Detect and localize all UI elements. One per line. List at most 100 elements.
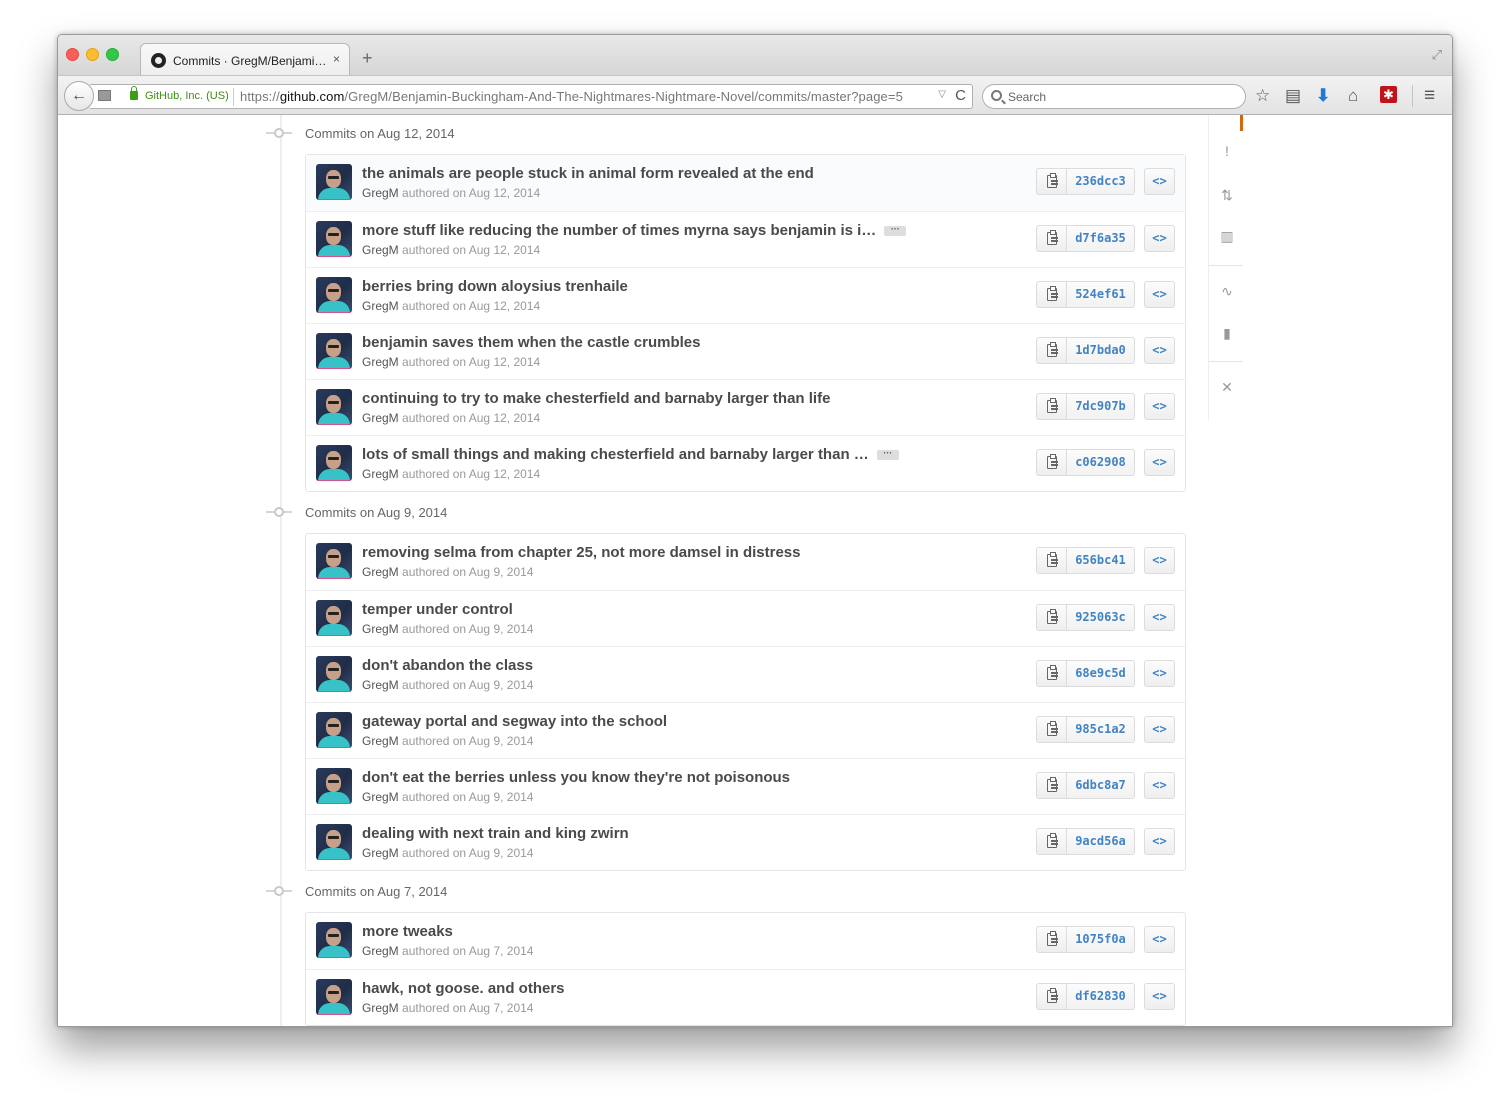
commit-sha-link[interactable]: 236dcc3 — [1067, 168, 1135, 195]
avatar[interactable] — [316, 221, 352, 257]
commit-sha-link[interactable]: c062908 — [1067, 449, 1135, 476]
commit-author-link[interactable]: GregM — [362, 565, 399, 579]
commit-author-link[interactable]: GregM — [362, 1001, 399, 1015]
url-history-dropdown-icon[interactable]: ▽ — [938, 89, 946, 100]
zoom-window-button[interactable] — [106, 48, 119, 61]
commit-message-link[interactable]: don't eat the berries unless you know th… — [362, 769, 790, 786]
copy-sha-button[interactable] — [1036, 983, 1067, 1010]
copy-sha-button[interactable] — [1036, 772, 1067, 799]
commit-sha-link[interactable]: 925063c — [1067, 604, 1135, 631]
avatar[interactable] — [316, 333, 352, 369]
browse-repository-button[interactable]: <> — [1144, 225, 1175, 252]
browse-repository-button[interactable]: <> — [1144, 660, 1175, 687]
avatar[interactable] — [316, 922, 352, 958]
commit-message-link[interactable]: hawk, not goose. and others — [362, 980, 565, 997]
wiki-icon[interactable]: ▥ — [1218, 228, 1236, 245]
expand-commit-message-button[interactable]: ··· — [884, 225, 907, 237]
browse-repository-button[interactable]: <> — [1144, 168, 1175, 195]
copy-sha-button[interactable] — [1036, 660, 1067, 687]
avatar[interactable] — [316, 600, 352, 636]
commit-message-link[interactable]: lots of small things and making chesterf… — [362, 446, 869, 463]
avatar[interactable] — [316, 389, 352, 425]
browse-repository-button[interactable]: <> — [1144, 393, 1175, 420]
copy-sha-button[interactable] — [1036, 449, 1067, 476]
avatar[interactable] — [316, 543, 352, 579]
issues-icon[interactable]: ! — [1218, 143, 1236, 159]
commit-message-link[interactable]: don't abandon the class — [362, 657, 533, 674]
browse-repository-button[interactable]: <> — [1144, 983, 1175, 1010]
copy-sha-button[interactable] — [1036, 547, 1067, 574]
reading-list-icon[interactable]: ▤ — [1285, 86, 1301, 106]
avatar[interactable] — [316, 979, 352, 1015]
commit-message-link[interactable]: more tweaks — [362, 923, 453, 940]
expand-commit-message-button[interactable]: ··· — [876, 449, 899, 461]
copy-sha-button[interactable] — [1036, 225, 1067, 252]
commit-sha-link[interactable]: 1075f0a — [1067, 926, 1135, 953]
commit-message-link[interactable]: more stuff like reducing the number of t… — [362, 222, 876, 239]
browse-repository-button[interactable]: <> — [1144, 547, 1175, 574]
new-tab-button[interactable]: + — [362, 49, 373, 67]
browse-repository-button[interactable]: <> — [1144, 926, 1175, 953]
copy-sha-button[interactable] — [1036, 716, 1067, 743]
commit-message-link[interactable]: dealing with next train and king zwirn — [362, 825, 629, 842]
browse-repository-button[interactable]: <> — [1144, 337, 1175, 364]
close-window-button[interactable] — [66, 48, 79, 61]
avatar[interactable] — [316, 445, 352, 481]
avatar[interactable] — [316, 824, 352, 860]
avatar[interactable] — [316, 656, 352, 692]
graphs-icon[interactable]: ▮ — [1218, 325, 1236, 342]
downloads-icon[interactable]: ⬇ — [1316, 86, 1330, 106]
sidebar-toggle-icon[interactable] — [98, 90, 111, 101]
pulse-icon[interactable]: ∿ — [1218, 283, 1236, 300]
tab-commits[interactable]: Commits · GregM/Benjami… × — [140, 43, 350, 76]
avatar[interactable] — [316, 164, 352, 200]
commit-sha-link[interactable]: 9acd56a — [1067, 828, 1135, 855]
commit-message-link[interactable]: removing selma from chapter 25, not more… — [362, 544, 800, 561]
copy-sha-button[interactable] — [1036, 393, 1067, 420]
back-button[interactable]: ← — [64, 81, 94, 111]
minimize-window-button[interactable] — [86, 48, 99, 61]
commit-author-link[interactable]: GregM — [362, 790, 399, 804]
avatar[interactable] — [316, 712, 352, 748]
copy-sha-button[interactable] — [1036, 926, 1067, 953]
browse-repository-button[interactable]: <> — [1144, 281, 1175, 308]
commit-author-link[interactable]: GregM — [362, 355, 399, 369]
copy-sha-button[interactable] — [1036, 828, 1067, 855]
commit-message-link[interactable]: temper under control — [362, 601, 513, 618]
fullscreen-icon[interactable]: ⤢ — [1432, 47, 1442, 63]
commit-sha-link[interactable]: 524ef61 — [1067, 281, 1135, 308]
commit-sha-link[interactable]: 68e9c5d — [1067, 660, 1135, 687]
settings-icon[interactable]: ✕ — [1218, 379, 1236, 396]
commit-sha-link[interactable]: 656bc41 — [1067, 547, 1135, 574]
extension-icon[interactable]: ✱ — [1380, 86, 1397, 103]
bookmark-star-icon[interactable]: ☆ — [1255, 86, 1270, 106]
commit-author-link[interactable]: GregM — [362, 678, 399, 692]
commit-author-link[interactable]: GregM — [362, 622, 399, 636]
site-identity[interactable]: GitHub, Inc. (US) — [145, 90, 229, 102]
commit-sha-link[interactable]: df62830 — [1067, 983, 1135, 1010]
commit-sha-link[interactable]: 1d7bda0 — [1067, 337, 1135, 364]
browse-repository-button[interactable]: <> — [1144, 772, 1175, 799]
copy-sha-button[interactable] — [1036, 337, 1067, 364]
commit-author-link[interactable]: GregM — [362, 243, 399, 257]
commit-message-link[interactable]: continuing to try to make chesterfield a… — [362, 390, 830, 407]
commit-message-link[interactable]: gateway portal and segway into the schoo… — [362, 713, 667, 730]
browse-repository-button[interactable]: <> — [1144, 604, 1175, 631]
reload-icon[interactable]: C — [955, 87, 966, 104]
commit-author-link[interactable]: GregM — [362, 299, 399, 313]
commit-author-link[interactable]: GregM — [362, 944, 399, 958]
browse-repository-button[interactable]: <> — [1144, 716, 1175, 743]
copy-sha-button[interactable] — [1036, 281, 1067, 308]
commit-author-link[interactable]: GregM — [362, 186, 399, 200]
commit-sha-link[interactable]: d7f6a35 — [1067, 225, 1135, 252]
commit-message-link[interactable]: the animals are people stuck in animal f… — [362, 165, 814, 182]
tab-close-icon[interactable]: × — [333, 52, 340, 66]
pull-requests-icon[interactable]: ⇅ — [1218, 187, 1236, 204]
commit-author-link[interactable]: GregM — [362, 846, 399, 860]
commit-sha-link[interactable]: 6dbc8a7 — [1067, 772, 1135, 799]
url-text[interactable]: https://github.com/GregM/Benjamin-Buckin… — [240, 89, 903, 104]
url-bar[interactable]: GitHub, Inc. (US) https://github.com/Gre… — [90, 84, 973, 109]
commit-author-link[interactable]: GregM — [362, 411, 399, 425]
lock-icon[interactable] — [130, 86, 138, 100]
copy-sha-button[interactable] — [1036, 604, 1067, 631]
